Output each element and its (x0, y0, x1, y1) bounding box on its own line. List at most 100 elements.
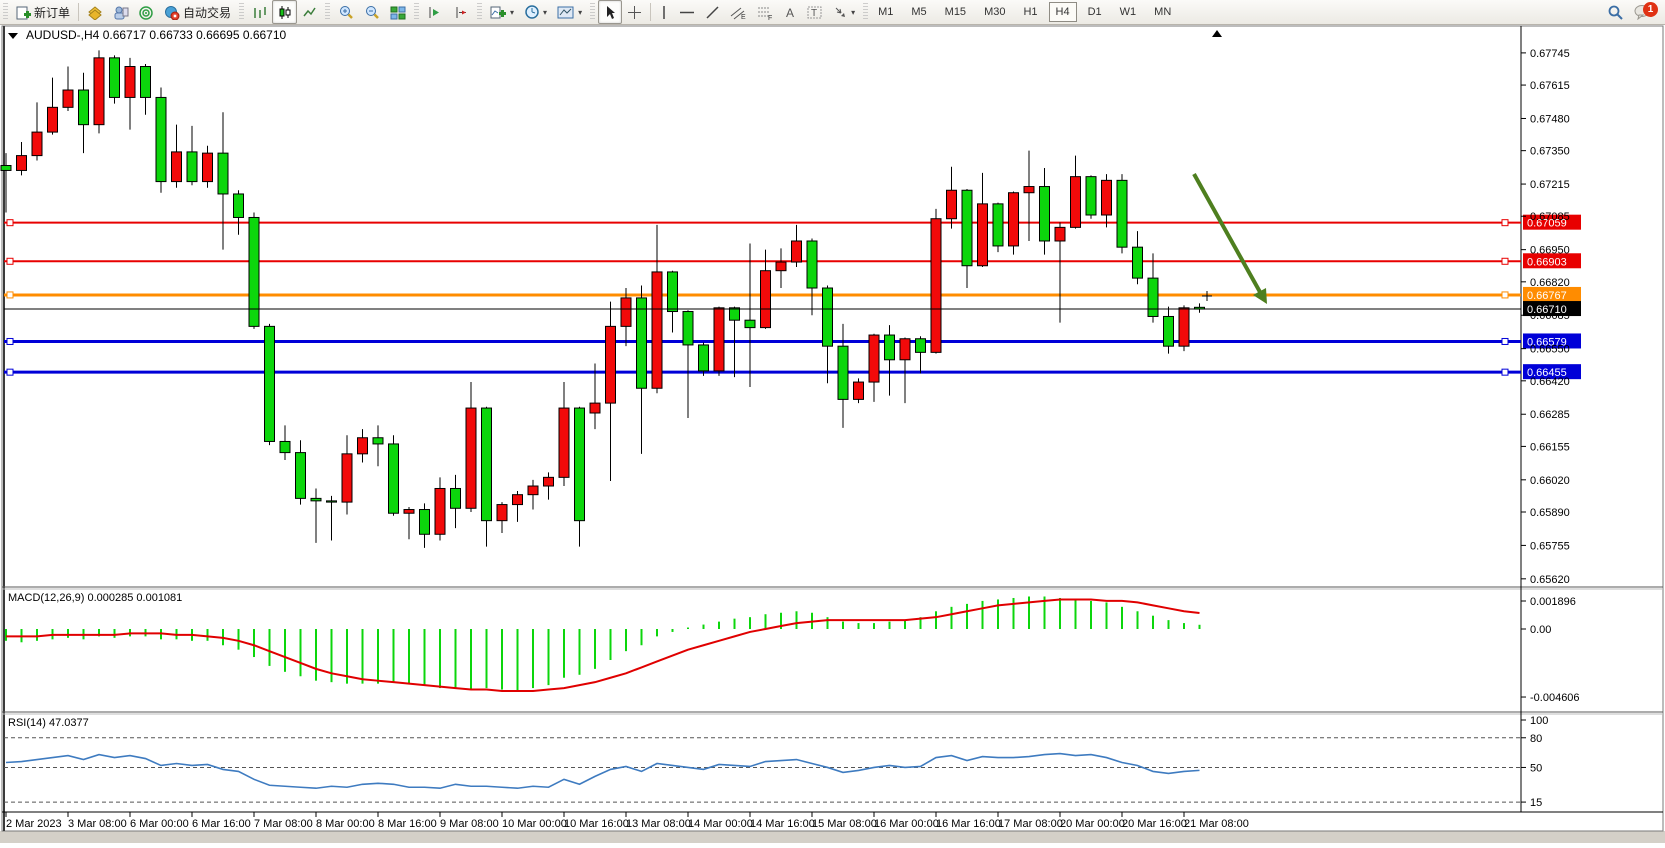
person-files-icon (113, 5, 129, 20)
auto-trading-button[interactable]: 自动交易 (159, 0, 236, 24)
candle-body (900, 339, 910, 360)
svg-text:A: A (786, 6, 794, 20)
level-handle[interactable] (7, 369, 13, 375)
search-icon (1607, 4, 1624, 21)
timeframe-button-h4[interactable]: H4 (1049, 2, 1077, 22)
equidistant-channel-button[interactable]: E (725, 0, 752, 24)
candle-body (1117, 180, 1127, 247)
candle-body (559, 408, 569, 477)
level-handle[interactable] (7, 338, 13, 344)
timeframe-button-m30[interactable]: M30 (977, 2, 1012, 22)
price-tick-label: 0.65755 (1530, 540, 1570, 552)
accounts-button[interactable] (108, 0, 134, 24)
timeframe-button-w1[interactable]: W1 (1113, 2, 1144, 22)
price-tick-label: 0.66950 (1530, 245, 1570, 257)
text-a-icon: A (784, 5, 797, 20)
chart-shift-icon (453, 5, 469, 20)
bar-chart-button[interactable] (247, 0, 272, 24)
timeframe-button-m15[interactable]: M15 (938, 2, 973, 22)
time-tick-label: 10 Mar 00:00 (502, 818, 567, 830)
candle-body (389, 444, 399, 513)
candlestick-chart-icon (277, 5, 292, 20)
text-label-icon: T (807, 5, 823, 20)
level-handle[interactable] (7, 220, 13, 226)
templates-button[interactable]: ▾ (552, 0, 587, 24)
svg-text:E: E (741, 14, 746, 20)
level-handle[interactable] (7, 292, 13, 298)
level-handle[interactable] (1502, 338, 1508, 344)
fibonacci-button[interactable]: F (752, 0, 779, 24)
candle-body (528, 486, 538, 495)
chart-canvas[interactable]: AUDUSD-,H4 0.66717 0.66733 0.66695 0.667… (0, 0, 1665, 843)
level-handle[interactable] (1502, 258, 1508, 264)
candle-body (482, 408, 492, 521)
zoom-out-button[interactable] (359, 0, 385, 24)
candle-body (172, 152, 182, 182)
timeframe-button-h1[interactable]: H1 (1016, 2, 1044, 22)
candle-body (342, 454, 352, 502)
line-chart-icon (302, 5, 317, 20)
candle-body (714, 308, 724, 371)
candle-body (451, 488, 461, 508)
rsi-tick-label: 15 (1530, 797, 1542, 809)
quotes-button[interactable] (82, 0, 108, 24)
price-tick-label: 0.66820 (1530, 277, 1570, 289)
timeframe-button-m1[interactable]: M1 (871, 2, 900, 22)
price-tick-label: 0.66285 (1530, 409, 1570, 421)
candle-body (32, 132, 42, 156)
signals-button[interactable] (134, 0, 159, 24)
trendline-button[interactable] (700, 0, 725, 24)
horizontal-line-button[interactable] (674, 0, 700, 24)
time-tick-label: 14 Mar 16:00 (750, 818, 815, 830)
zoom-in-button[interactable] (333, 0, 359, 24)
toolbar-grip[interactable] (3, 3, 8, 21)
candle-body (962, 190, 972, 265)
cursor-button[interactable] (598, 0, 622, 24)
arrows-button[interactable]: ▾ (828, 0, 860, 24)
crosshair-button[interactable] (622, 0, 647, 24)
level-handle[interactable] (7, 258, 13, 264)
candle-body (699, 345, 709, 371)
timeframe-button-d1[interactable]: D1 (1081, 2, 1109, 22)
indicators-button[interactable]: ▾ (485, 0, 519, 24)
candlestick-chart-button[interactable] (272, 0, 297, 24)
candle-body (1133, 247, 1143, 278)
vertical-line-icon (659, 5, 669, 20)
notifications-button[interactable]: 1 (1629, 0, 1665, 24)
level-handle[interactable] (1502, 292, 1508, 298)
timeframe-button-mn[interactable]: MN (1147, 2, 1178, 22)
candle-body (513, 495, 523, 505)
candle-body (373, 438, 383, 444)
rsi-tick-label: 50 (1530, 762, 1542, 774)
price-tick-label: 0.66550 (1530, 344, 1570, 356)
timeframe-button-m5[interactable]: M5 (904, 2, 933, 22)
text-label-button[interactable]: T (802, 0, 828, 24)
line-chart-button[interactable] (297, 0, 322, 24)
candle-body (466, 408, 476, 508)
toolbar[interactable]: 新订单 自动交易 ▾ ▾ (0, 0, 1665, 25)
level-price-text: 0.66767 (1527, 290, 1567, 302)
text-button[interactable]: A (779, 0, 802, 24)
candle-body (1040, 187, 1050, 241)
level-handle[interactable] (1502, 220, 1508, 226)
level-handle[interactable] (1502, 369, 1508, 375)
chart-shift-button[interactable] (448, 0, 474, 24)
price-tick-label: 0.67615 (1530, 80, 1570, 92)
candle-body (745, 320, 755, 327)
time-tick-label: 13 Mar 08:00 (626, 818, 691, 830)
tile-windows-button[interactable] (385, 0, 411, 24)
auto-scroll-icon (427, 5, 443, 20)
candle-body (838, 346, 848, 399)
new-order-button[interactable]: 新订单 (11, 0, 75, 24)
timeframes-group[interactable]: M1M5M15M30H1H4D1W1MN (871, 2, 1178, 22)
candle-body (358, 438, 368, 454)
chart-window[interactable]: AUDUSD-,H4 0.66717 0.66733 0.66695 0.667… (0, 0, 1665, 843)
search-button[interactable] (1602, 0, 1629, 24)
candle-body (79, 90, 89, 125)
auto-scroll-button[interactable] (422, 0, 448, 24)
time-tick-label: 17 Mar 08:00 (998, 818, 1063, 830)
periods-button[interactable]: ▾ (519, 0, 552, 24)
candle-body (1086, 177, 1096, 215)
vertical-line-button[interactable] (654, 0, 674, 24)
price-tick-label: 0.65620 (1530, 574, 1570, 586)
